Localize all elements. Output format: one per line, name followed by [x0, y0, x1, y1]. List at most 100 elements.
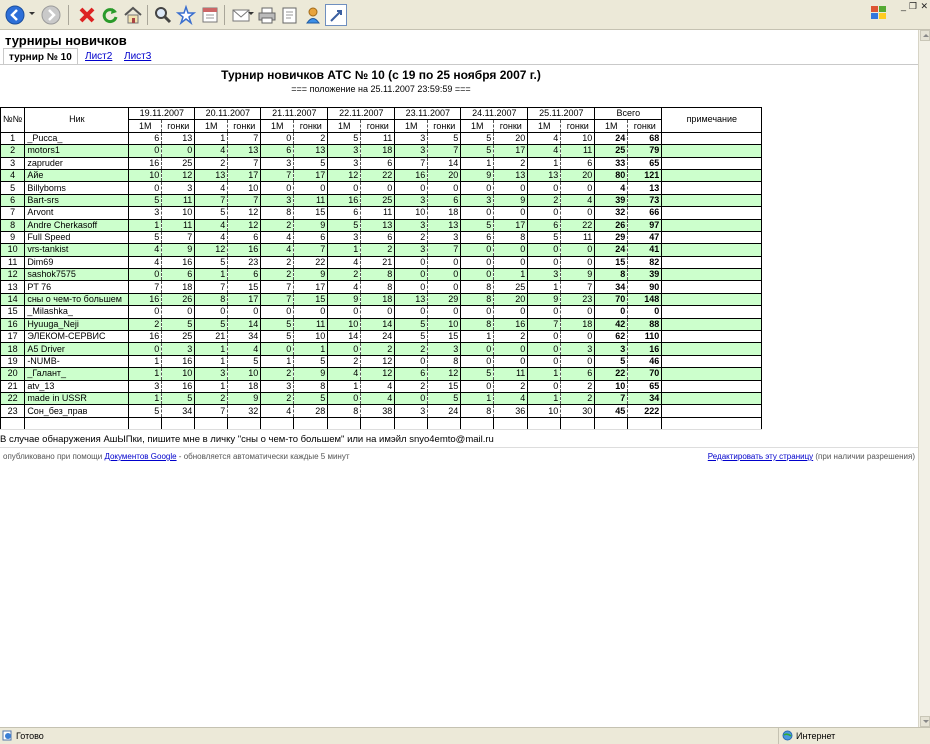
score-cell: 15	[427, 330, 462, 344]
score-cell: 0	[527, 354, 562, 369]
score-cell: 17	[493, 144, 529, 158]
search-button[interactable]	[152, 4, 174, 26]
tab-sheet-1[interactable]: турнир № 10	[3, 48, 78, 65]
home-button[interactable]	[122, 4, 144, 26]
restore-icon[interactable]: ❐	[909, 1, 917, 11]
score-cell: 20	[493, 131, 529, 146]
table-row: 20 _Галант_ 1 10 3 10 2 9 4 12 6 12 5 11 1 6 22 70	[0, 367, 763, 381]
table-row: 10 vrs-tankist 4 9 12 16 4 7 1 2 3 7 0 0 0 0 24 41	[0, 243, 763, 257]
table-row: 4 Айе 10 12 13 17 7 17 12 22 16 20 9 13 13 20 80 121	[0, 168, 763, 183]
score-cell: 0	[527, 181, 562, 195]
score-cell: 8	[360, 268, 396, 282]
google-docs-link[interactable]: Документов Google	[104, 452, 176, 461]
score-cell: 16	[128, 156, 163, 170]
minimize-icon[interactable]: _	[901, 1, 906, 11]
score-cell: 18	[560, 317, 596, 332]
print-button[interactable]	[256, 4, 278, 26]
score-cell: 2	[394, 342, 429, 356]
score-cell: 8	[360, 280, 396, 294]
table-row: 9 Full Speed 5 7 4 6 4 6 3 6 2 3 6 8 5 11 29 47	[0, 230, 763, 245]
total-races: 70	[627, 367, 663, 381]
favorites-button[interactable]	[175, 4, 197, 26]
score-cell: 1	[460, 330, 495, 344]
score-cell: 1	[194, 131, 229, 146]
score-cell: 4	[194, 144, 229, 158]
close-icon[interactable]: ✕	[920, 1, 928, 11]
scroll-up-button[interactable]	[920, 30, 930, 41]
score-cell: 6	[227, 230, 262, 245]
score-cell: 3	[394, 404, 429, 418]
score-cell: 3	[394, 218, 429, 232]
row-number: 6	[0, 193, 26, 208]
tab-sheet-3[interactable]: Лист3	[119, 48, 156, 65]
back-dropdown-icon[interactable]	[29, 12, 35, 15]
header-row: №№ Ник 19.11.2007 20.11.2007 21.11.2007 22.11…	[0, 106, 763, 133]
score-cell: 0	[293, 181, 329, 195]
score-cell: 0	[493, 243, 529, 257]
player-nick: Bart-srs	[24, 193, 130, 208]
score-cell: 4	[194, 181, 229, 195]
mail-button[interactable]	[230, 4, 252, 26]
score-cell: 0	[527, 206, 562, 220]
score-cell: 13	[427, 218, 462, 232]
stop-button[interactable]	[76, 4, 98, 26]
score-cell: 3	[194, 367, 229, 381]
note-cell	[661, 206, 763, 220]
score-cell: 13	[227, 144, 262, 158]
row-number: 15	[0, 305, 26, 319]
scroll-down-button[interactable]	[920, 716, 930, 727]
score-cell: 16	[327, 193, 362, 208]
history-button[interactable]	[199, 4, 221, 26]
total-1m: 7	[594, 391, 629, 406]
score-cell: 16	[493, 317, 529, 332]
score-cell: 6	[227, 268, 262, 282]
score-cell: 13	[293, 144, 329, 158]
score-cell: 0	[394, 280, 429, 294]
player-nick: Andre Cherkasoff	[24, 218, 130, 232]
score-cell: 0	[394, 305, 429, 319]
subheader-1m: 1М	[594, 119, 629, 133]
score-cell: 3	[527, 268, 562, 282]
total-1m: 10	[594, 379, 629, 394]
research-button[interactable]	[325, 4, 347, 26]
total-races: 39	[627, 268, 663, 282]
publish-prefix: опубликовано при помощи	[3, 452, 105, 461]
table-row: 13 PT 76 7 18 7 15 7 17 4 8 0 0 8 25 1 7 34 90	[0, 280, 763, 294]
score-cell: 5	[293, 156, 329, 170]
player-nick: _Рucca_	[24, 131, 130, 146]
score-cell: 3	[394, 193, 429, 208]
score-cell: 5	[460, 218, 495, 232]
note-cell	[661, 391, 763, 406]
subheader-races: гонки	[627, 119, 663, 133]
score-cell: 9	[293, 367, 329, 381]
row-number: 7	[0, 206, 26, 220]
score-cell: 1	[327, 379, 362, 394]
score-cell: 2	[394, 230, 429, 245]
back-button[interactable]	[4, 4, 26, 26]
score-cell: 9	[161, 243, 196, 257]
score-cell: 0	[293, 305, 329, 319]
score-cell: 5	[161, 317, 196, 332]
tab-sheet-2[interactable]: Лист2	[80, 48, 117, 65]
score-cell: 1	[128, 218, 163, 232]
internet-zone-icon	[782, 730, 793, 741]
empty-cell	[360, 416, 396, 431]
score-cell: 5	[194, 317, 229, 332]
forward-button[interactable]	[40, 4, 62, 26]
edit-button[interactable]	[279, 4, 301, 26]
edit-page-link[interactable]: Редактировать эту страницу	[708, 452, 813, 461]
score-cell: 6	[460, 230, 495, 245]
subheader-races: гонки	[227, 119, 262, 133]
mail-dropdown-icon[interactable]	[248, 12, 254, 15]
row-number: 4	[0, 168, 26, 183]
refresh-button[interactable]	[99, 4, 121, 26]
score-cell: 23	[227, 255, 262, 270]
empty-cell	[293, 416, 329, 431]
score-cell: 12	[194, 243, 229, 257]
results-table: №№ Ник 19.11.2007 20.11.2007 21.11.2007 22.11…	[0, 106, 763, 431]
score-cell: 2	[493, 330, 529, 344]
total-1m: 26	[594, 218, 629, 232]
score-cell: 4	[327, 255, 362, 270]
messenger-button[interactable]	[302, 4, 324, 26]
vertical-scrollbar[interactable]	[918, 30, 930, 727]
